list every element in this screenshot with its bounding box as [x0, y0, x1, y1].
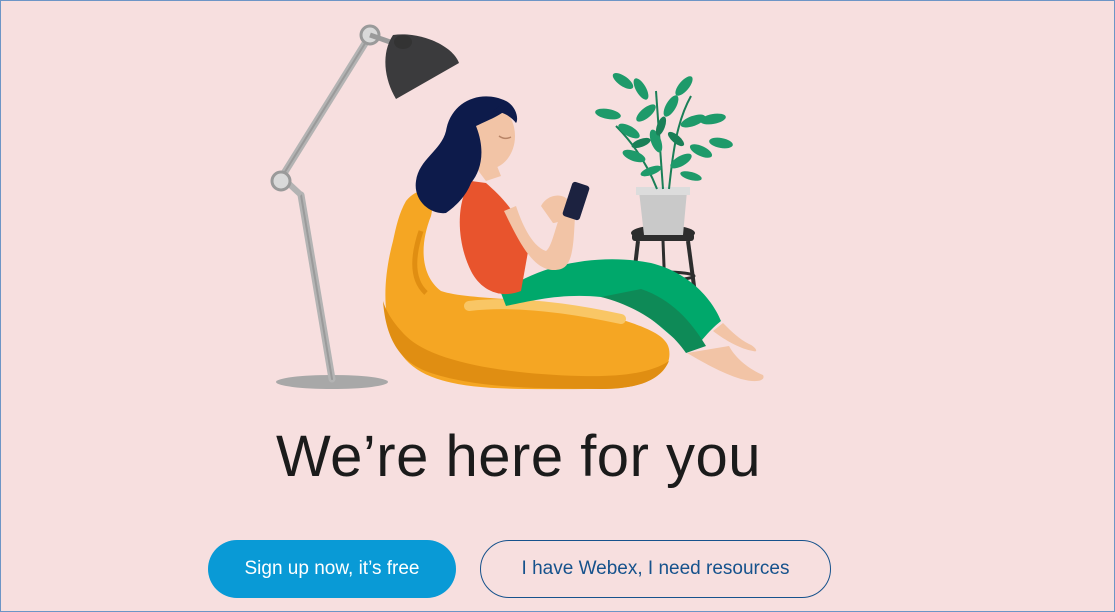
hero-panel: We’re here for you Sign up now, it’s fre… [0, 0, 1115, 612]
page-title: We’re here for you [275, 424, 762, 489]
woman-on-beanbag-illustration [270, 24, 764, 390]
sign-up-button[interactable]: Sign up now, it’s free [208, 540, 456, 598]
resources-button[interactable]: I have Webex, I need resources [480, 540, 831, 598]
